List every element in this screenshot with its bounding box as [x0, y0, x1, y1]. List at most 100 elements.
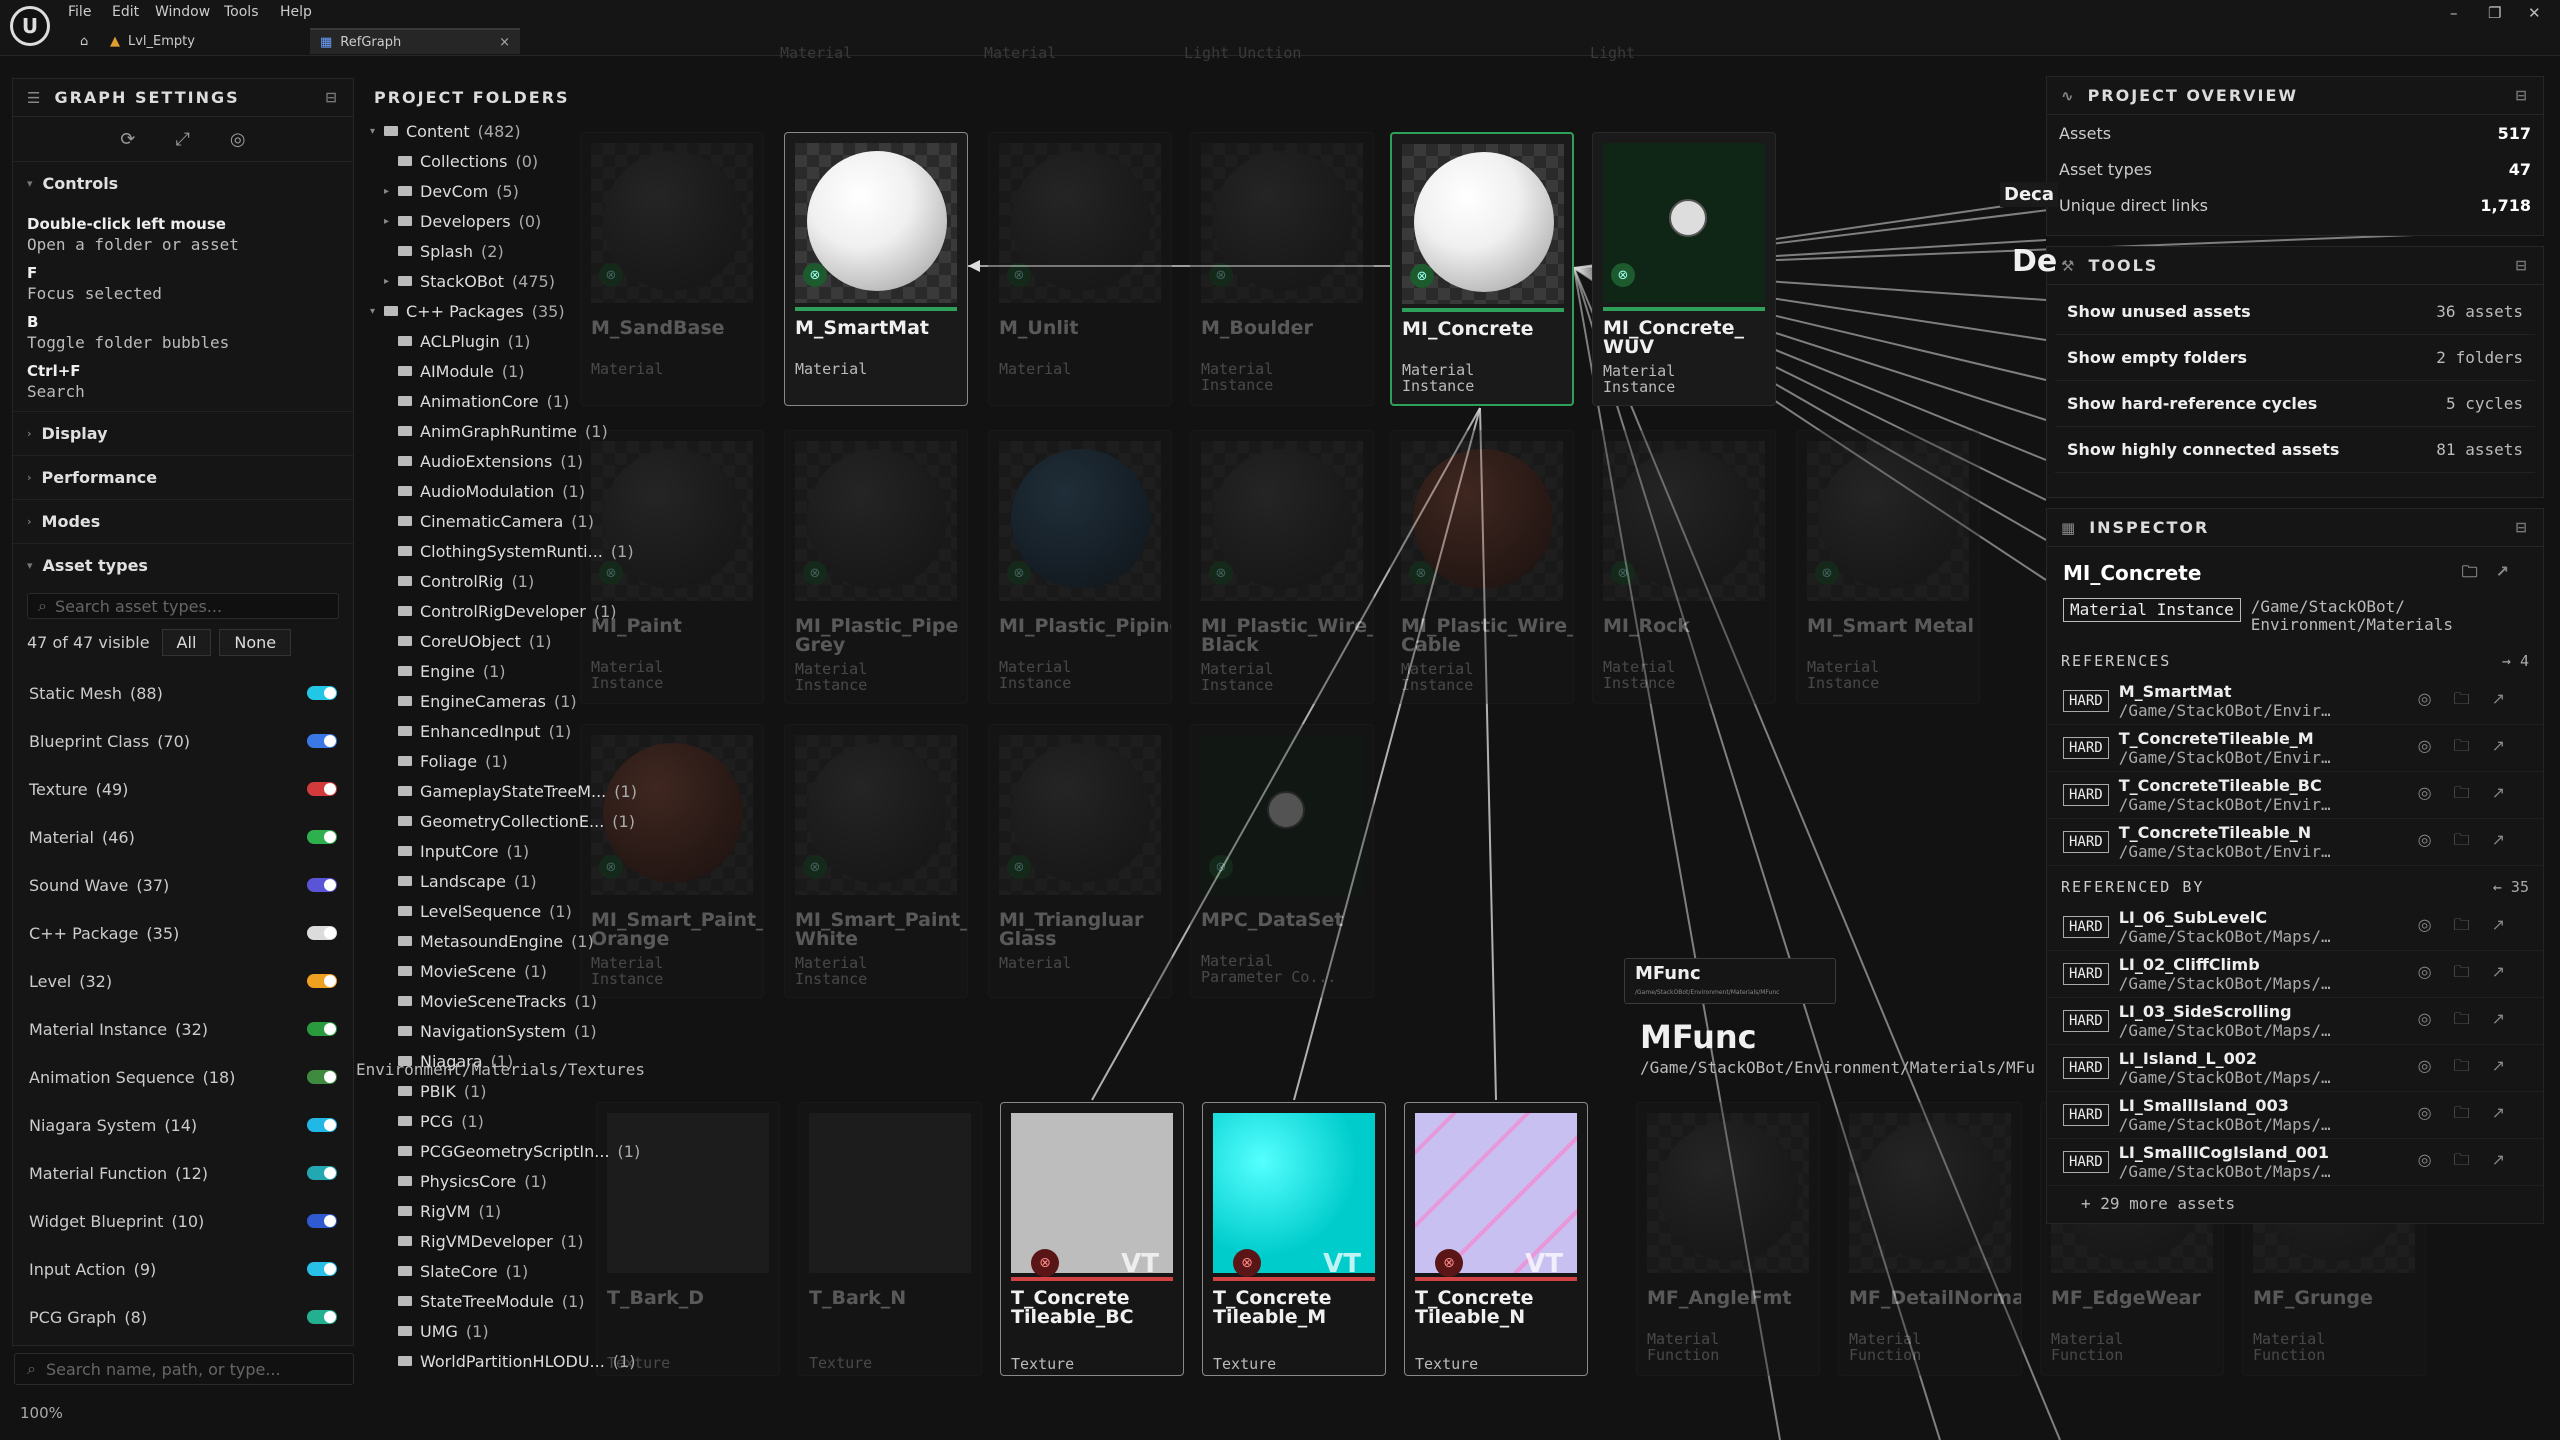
more-assets-link[interactable]: + 29 more assets: [2047, 1186, 2543, 1221]
menu-window[interactable]: Window: [155, 4, 210, 20]
texture-node[interactable]: T_Bark_N Texture: [798, 1102, 982, 1376]
reference-actions-icon[interactable]: ◎🗀↗: [2418, 1102, 2527, 1129]
asset-type-toggle[interactable]: [307, 830, 337, 844]
asset-type-row[interactable]: Blueprint Class (70): [13, 717, 353, 765]
menu-file[interactable]: File: [68, 4, 91, 20]
asset-node[interactable]: ⊗ M_SmartMat Material: [784, 132, 968, 406]
reference-row[interactable]: HARD T_ConcreteTileable_M/Game/StackOBot/…: [2047, 725, 2543, 772]
asset-node[interactable]: ⊗ MI_Concrete Material Instance: [1390, 132, 1574, 406]
reference-row[interactable]: HARD LI_02_CliffClimb/Game/StackOBot/Maps…: [2047, 951, 2543, 998]
asset-node[interactable]: ⊗ MI_Plastic_Pipe Grey Material Instance: [784, 430, 968, 704]
asset-type-toggle[interactable]: [307, 686, 337, 700]
asset-type-row[interactable]: Static Mesh (88): [13, 669, 353, 717]
asset-type-toggle[interactable]: [307, 1166, 337, 1180]
asset-type-row[interactable]: Widget Blueprint (10): [13, 1197, 353, 1245]
reference-row[interactable]: HARD LI_03_SideScrolling/Game/StackOBot/M…: [2047, 998, 2543, 1045]
asset-type-row[interactable]: Material (46): [13, 813, 353, 861]
folder-item[interactable]: NavigationSystem (1): [370, 1016, 660, 1046]
reference-actions-icon[interactable]: ◎🗀↗: [2418, 1008, 2527, 1035]
material-function-node[interactable]: MF_AngleFmt Material Function: [1636, 1102, 1820, 1376]
asset-node[interactable]: ⊗ M_Unlit Material: [988, 132, 1172, 406]
chevron-down-icon[interactable]: ▾: [370, 126, 384, 137]
folder-item[interactable]: PhysicsCore (1): [370, 1166, 660, 1196]
asset-node[interactable]: ⊗ MI_Smart Metal Material Instance: [1796, 430, 1980, 704]
folder-item[interactable]: MovieSceneTracks (1): [370, 986, 660, 1016]
folder-item[interactable]: ▸ StackOBot (475): [370, 266, 660, 296]
folder-item[interactable]: CinematicCamera (1): [370, 506, 660, 536]
fit-view-icon[interactable]: ⤢: [175, 129, 189, 150]
asset-type-toggle[interactable]: [307, 1310, 337, 1324]
collapse-panel-icon[interactable]: ⊟: [2515, 258, 2529, 274]
folder-item[interactable]: WorldPartitionHLODU... (1): [370, 1346, 660, 1376]
asset-type-row[interactable]: Level (32): [13, 957, 353, 1005]
chevron-right-icon[interactable]: ▸: [384, 186, 398, 197]
folder-item[interactable]: EngineCameras (1): [370, 686, 660, 716]
tab-refgraph[interactable]: ▦ RefGraph ×: [310, 28, 520, 54]
folder-item[interactable]: MetasoundEngine (1): [370, 926, 660, 956]
folder-item[interactable]: RigVM (1): [370, 1196, 660, 1226]
asset-type-toggle[interactable]: [307, 1118, 337, 1132]
folder-item[interactable]: InputCore (1): [370, 836, 660, 866]
asset-type-toggle[interactable]: [307, 734, 337, 748]
reference-actions-icon[interactable]: ◎🗀↗: [2418, 914, 2527, 941]
section-controls[interactable]: ▾ Controls: [13, 161, 353, 205]
texture-node[interactable]: ⊗ VT T_Concrete Tileable_M Texture: [1202, 1102, 1386, 1376]
reference-row[interactable]: HARD LI_06_SubLevelC/Game/StackOBot/Maps/…: [2047, 904, 2543, 951]
folder-bubble[interactable]: MFunc/Game/StackOBot/Environment/Materia…: [1624, 958, 1836, 1004]
asset-node[interactable]: ⊗ M_Boulder Material Instance: [1190, 132, 1374, 406]
reference-row[interactable]: HARD LI_SmallIsland_003/Game/StackOBot/Ma…: [2047, 1092, 2543, 1139]
tool-action[interactable]: Show empty folders 2 folders: [2055, 335, 2535, 381]
home-icon[interactable]: ⌂: [70, 28, 98, 54]
collapse-panel-icon[interactable]: ⊟: [325, 90, 339, 106]
reference-actions-icon[interactable]: ◎🗀↗: [2418, 829, 2527, 856]
reference-actions-icon[interactable]: ◎🗀↗: [2418, 1149, 2527, 1176]
asset-type-toggle[interactable]: [307, 974, 337, 988]
menu-edit[interactable]: Edit: [112, 4, 139, 20]
asset-type-row[interactable]: Material Function (12): [13, 1149, 353, 1197]
tool-action[interactable]: Show hard-reference cycles 5 cycles: [2055, 381, 2535, 427]
folder-item[interactable]: AnimGraphRuntime (1): [370, 416, 660, 446]
asset-type-toggle[interactable]: [307, 1214, 337, 1228]
show-all-button[interactable]: All: [161, 628, 212, 656]
folder-item[interactable]: AnimationCore (1): [370, 386, 660, 416]
asset-type-row[interactable]: Niagara System (14): [13, 1101, 353, 1149]
minimize-icon[interactable]: –: [2450, 4, 2458, 22]
collapse-panel-icon[interactable]: ⊟: [2515, 520, 2529, 536]
asset-type-toggle[interactable]: [307, 1022, 337, 1036]
tool-action[interactable]: Show highly connected assets 81 assets: [2055, 427, 2535, 473]
folder-item[interactable]: RigVMDeveloper (1): [370, 1226, 660, 1256]
asset-type-toggle[interactable]: [307, 782, 337, 796]
chevron-right-icon[interactable]: ▸: [384, 276, 398, 287]
graph-search-input[interactable]: ⌕ Search name, path, or type...: [14, 1353, 354, 1385]
folder-item[interactable]: ▾ Content (482): [370, 116, 660, 146]
asset-type-search-input[interactable]: ⌕ Search asset types...: [27, 593, 339, 619]
reference-row[interactable]: HARD T_ConcreteTileable_N/Game/StackOBot/…: [2047, 819, 2543, 866]
asset-node[interactable]: ⊗ MI_Rock Material Instance: [1592, 430, 1776, 704]
refresh-icon[interactable]: ⟳: [120, 129, 135, 150]
folder-item[interactable]: UMG (1): [370, 1316, 660, 1346]
folder-item[interactable]: Engine (1): [370, 656, 660, 686]
chevron-right-icon[interactable]: ▸: [384, 216, 398, 227]
chevron-down-icon[interactable]: ▾: [370, 306, 384, 317]
asset-node[interactable]: ⊗ MI_Plastic_Piping Material Instance: [988, 430, 1172, 704]
reference-row[interactable]: HARD M_SmartMat/Game/StackOBot/Environme.…: [2047, 678, 2543, 725]
asset-type-toggle[interactable]: [307, 1262, 337, 1276]
target-icon[interactable]: ◎: [230, 129, 246, 150]
close-tab-icon[interactable]: ×: [499, 35, 510, 50]
folder-item[interactable]: GeometryCollectionE... (1): [370, 806, 660, 836]
folder-item[interactable]: Collections (0): [370, 146, 660, 176]
asset-type-row[interactable]: Sound Wave (37): [13, 861, 353, 909]
folder-item[interactable]: ▸ Developers (0): [370, 206, 660, 236]
folder-item[interactable]: MovieScene (1): [370, 956, 660, 986]
reference-row[interactable]: HARD LI_Island_L_002/Game/StackOBot/Maps/…: [2047, 1045, 2543, 1092]
collapse-panel-icon[interactable]: ⊟: [2515, 88, 2529, 104]
folder-item[interactable]: ControlRig (1): [370, 566, 660, 596]
asset-type-toggle[interactable]: [307, 1070, 337, 1084]
folder-item[interactable]: PCG (1): [370, 1106, 660, 1136]
show-none-button[interactable]: None: [219, 628, 292, 656]
reference-actions-icon[interactable]: ◎🗀↗: [2418, 1055, 2527, 1082]
asset-node[interactable]: ⊗ MI_Concrete_ WUV Material Instance: [1592, 132, 1776, 406]
texture-node[interactable]: ⊗ VT T_Concrete Tileable_N Texture: [1404, 1102, 1588, 1376]
unreal-logo-icon[interactable]: U: [10, 6, 50, 46]
reference-row[interactable]: HARD T_ConcreteTileable_BC/Game/StackOBot…: [2047, 772, 2543, 819]
